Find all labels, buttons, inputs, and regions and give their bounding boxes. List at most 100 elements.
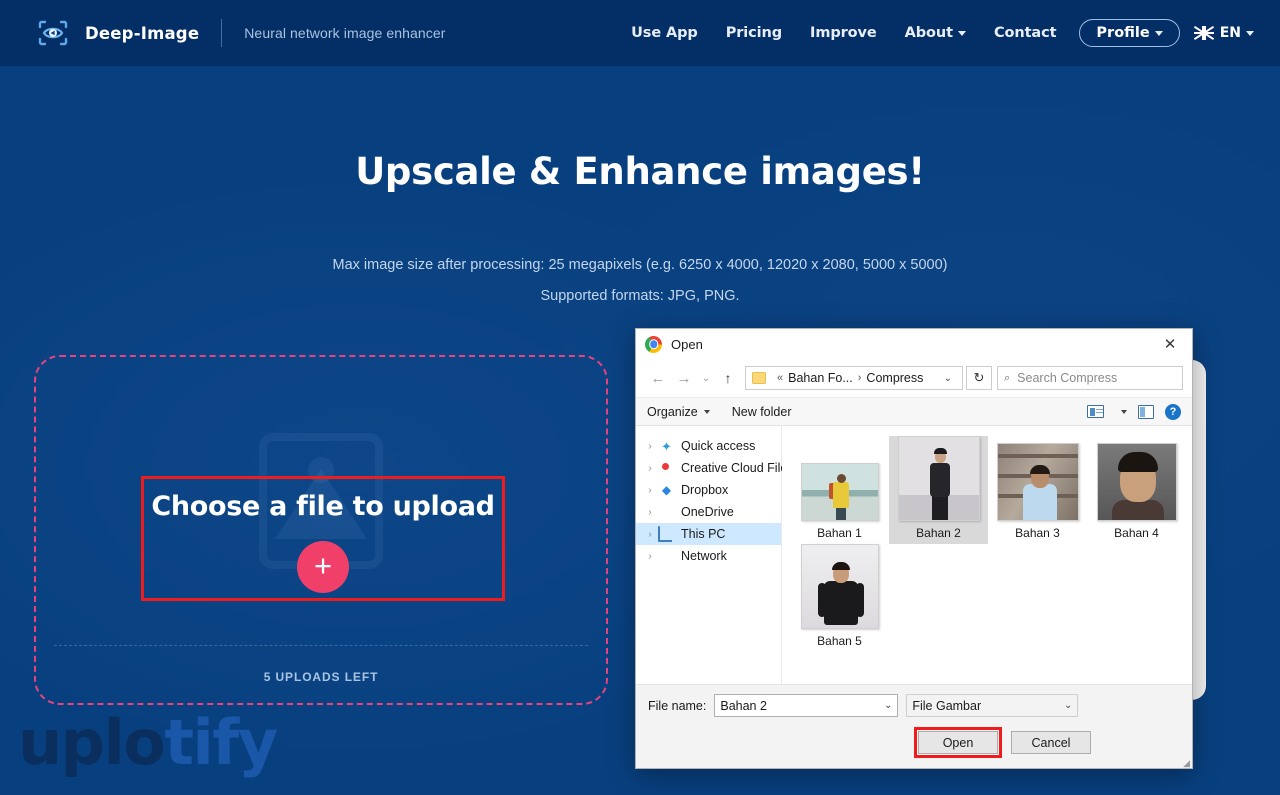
help-icon[interactable]: ? — [1165, 403, 1181, 420]
expand-chevron-icon[interactable]: › — [642, 463, 658, 474]
file-item[interactable]: Bahan 1 — [790, 436, 889, 544]
sidebar-item-label: Dropbox — [681, 483, 729, 497]
upload-dropzone[interactable]: Choose a file to upload + 5 UPLOADS LEFT — [34, 355, 608, 705]
expand-chevron-icon[interactable]: › — [642, 507, 658, 518]
expand-chevron-icon[interactable]: › — [642, 551, 658, 562]
filename-input[interactable]: Bahan 2 ⌄ — [714, 694, 899, 717]
breadcrumb-prefix: « — [777, 372, 784, 384]
new-folder-button[interactable]: New folder — [732, 405, 792, 419]
sidebar-item-network[interactable]: › Network — [636, 545, 781, 567]
deep-image-logo-icon — [30, 13, 76, 53]
open-button[interactable]: Open — [918, 731, 998, 754]
sidebar-item-this-pc[interactable]: › This PC — [636, 523, 781, 545]
file-name-label: Bahan 3 — [1015, 526, 1060, 540]
organize-button[interactable]: Organize — [647, 405, 710, 419]
dialog-sidebar: › ✦ Quick access › Creative Cloud Files … — [636, 426, 794, 684]
file-item[interactable]: Bahan 3 — [988, 436, 1087, 544]
nav-contact[interactable]: Contact — [980, 19, 1070, 47]
organize-label: Organize — [647, 404, 698, 419]
nav-improve[interactable]: Improve — [796, 19, 891, 47]
sidebar-item-quick-access[interactable]: › ✦ Quick access — [636, 435, 781, 457]
up-one-level-icon[interactable]: ↑ — [715, 365, 741, 391]
brand-logo[interactable]: Deep-Image — [30, 13, 199, 53]
expand-chevron-icon[interactable]: › — [642, 485, 658, 496]
language-selector[interactable]: EN — [1193, 25, 1254, 41]
nav-use-app[interactable]: Use App — [617, 19, 712, 47]
toolbar-right-group: ? — [1087, 403, 1181, 420]
brand-name: Deep-Image — [85, 23, 200, 43]
breadcrumb-parent[interactable]: Bahan Fo... — [788, 371, 853, 385]
nav-about[interactable]: About — [891, 19, 980, 47]
file-thumbnail — [996, 443, 1079, 521]
brand-tagline: Neural network image enhancer — [244, 25, 446, 41]
watermark-part-2: tify — [164, 706, 278, 779]
open-label: Open — [942, 735, 974, 750]
breadcrumb[interactable]: « Bahan Fo... › Compress ⌄ — [745, 366, 963, 390]
site-header: Deep-Image Neural network image enhancer… — [0, 0, 1280, 66]
search-input[interactable]: ⌕ Search Compress — [997, 366, 1183, 390]
view-mode-icon[interactable] — [1087, 405, 1104, 418]
file-list[interactable]: Bahan 1 Bahan 2 Bahan 3 Bahan 4 Bahan 5 — [782, 426, 1192, 684]
chevron-down-icon[interactable] — [1121, 409, 1127, 414]
filetype-value: File Gambar — [912, 698, 982, 713]
nav-pricing[interactable]: Pricing — [712, 19, 796, 47]
sidebar-item-dropbox[interactable]: › ◆ Dropbox — [636, 479, 781, 501]
breadcrumb-current[interactable]: Compress — [866, 371, 923, 385]
file-open-dialog: Open ✕ ← → ⌄ ↑ « Bahan Fo... › Compress … — [635, 328, 1193, 769]
preview-pane-icon[interactable] — [1138, 404, 1154, 419]
sidebar-item-onedrive[interactable]: › OneDrive — [636, 501, 781, 523]
max-size-text: Max image size after processing: 25 mega… — [332, 257, 948, 273]
forward-icon[interactable]: → — [671, 365, 697, 391]
resize-grip[interactable]: ◢ — [1183, 759, 1190, 768]
dialog-navbar: ← → ⌄ ↑ « Bahan Fo... › Compress ⌄ ↻ ⌕ S… — [636, 359, 1192, 397]
this-pc-icon — [658, 525, 675, 542]
filename-label: File name: — [648, 698, 707, 713]
close-icon[interactable]: ✕ — [1148, 329, 1192, 359]
sidebar-item-label: Network — [681, 549, 727, 563]
creative-cloud-icon — [658, 461, 675, 476]
dropbox-icon: ◆ — [661, 482, 672, 497]
file-item[interactable]: Bahan 2 — [889, 436, 988, 544]
profile-button[interactable]: Profile — [1079, 19, 1180, 47]
chevron-down-icon — [1246, 30, 1254, 36]
sidebar-item-label: Creative Cloud Files — [681, 461, 794, 475]
back-icon[interactable]: ← — [645, 365, 671, 391]
dialog-footer: File name: Bahan 2 ⌄ File Gambar ⌄ Open … — [636, 684, 1192, 768]
refresh-button[interactable]: ↻ — [966, 366, 992, 390]
cancel-button[interactable]: Cancel — [1011, 731, 1091, 754]
filetype-select[interactable]: File Gambar ⌄ — [906, 694, 1079, 717]
chevron-down-icon[interactable]: ⌄ — [884, 700, 892, 711]
sidebar-item-label: This PC — [681, 527, 726, 541]
brand-divider — [221, 19, 223, 47]
file-thumbnail — [800, 463, 879, 521]
add-file-button[interactable]: + — [297, 541, 349, 593]
chevron-down-icon[interactable]: ⌄ — [944, 373, 952, 384]
expand-chevron-icon[interactable]: › — [642, 441, 658, 452]
new-folder-label: New folder — [731, 404, 792, 419]
recent-locations-icon[interactable]: ⌄ — [697, 365, 715, 391]
expand-chevron-icon[interactable]: › — [642, 529, 658, 540]
file-name-label: Bahan 4 — [1114, 526, 1159, 540]
upload-cta-label: Choose a file to upload — [151, 491, 495, 522]
refresh-icon: ↻ — [973, 370, 985, 385]
folder-icon — [752, 372, 766, 384]
file-item[interactable]: Bahan 4 — [1087, 436, 1186, 544]
breadcrumb-separator-icon: › — [857, 372, 862, 384]
hero-section: Upscale & Enhance images! Max image size… — [0, 150, 1280, 312]
filename-row: File name: Bahan 2 ⌄ File Gambar ⌄ — [648, 694, 1180, 717]
network-icon — [658, 549, 675, 564]
dialog-body: › ✦ Quick access › Creative Cloud Files … — [636, 426, 1192, 684]
chevron-down-icon[interactable]: ⌄ — [1064, 700, 1072, 711]
file-item[interactable]: Bahan 5 — [790, 544, 889, 652]
filename-value: Bahan 2 — [720, 698, 767, 713]
file-thumbnail — [800, 544, 879, 629]
search-placeholder: Search Compress — [1017, 371, 1118, 385]
dialog-toolbar: Organize New folder ? — [636, 397, 1192, 426]
chevron-down-icon — [957, 30, 966, 36]
file-grid: Bahan 1 Bahan 2 Bahan 3 Bahan 4 Bahan 5 — [790, 436, 1192, 652]
profile-label: Profile — [1096, 25, 1150, 41]
sidebar-item-creative-cloud-files[interactable]: › Creative Cloud Files — [636, 457, 793, 479]
watermark-part-1: uplo — [18, 706, 166, 779]
uplotify-watermark: uplotify — [18, 712, 278, 774]
chevron-down-icon — [1154, 30, 1163, 36]
